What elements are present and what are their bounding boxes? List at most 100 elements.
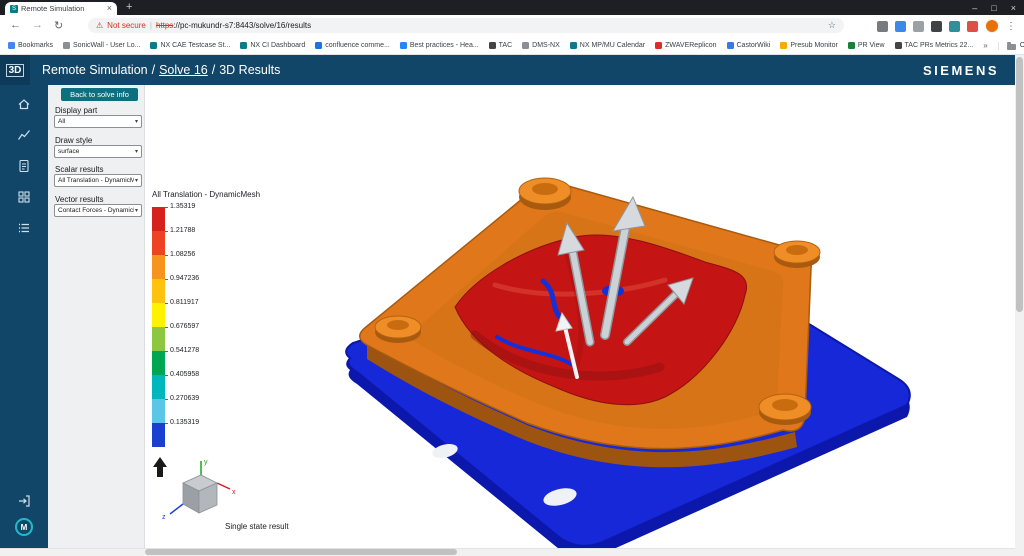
display-part-select[interactable]: All ▾ — [54, 115, 142, 128]
single-state-result-label: Single state result — [225, 522, 289, 531]
bookmark-label: CastorWiki — [736, 42, 771, 49]
list-icon — [19, 223, 29, 233]
home-icon — [18, 99, 30, 110]
corner-boss — [518, 177, 572, 210]
sidebar-logout-button[interactable] — [17, 494, 31, 508]
sidebar-item-documents[interactable] — [17, 159, 31, 173]
bookmarks-overflow-icon[interactable]: » — [983, 41, 987, 50]
chevron-down-icon: ▾ — [134, 149, 138, 155]
new-tab-button[interactable]: + — [126, 1, 132, 13]
browser-toolbar: ← → ↻ ⚠ Not secure | https://pc-mukundr-… — [0, 15, 1024, 37]
legend-tick-label: 0.811917 — [170, 299, 199, 306]
draw-style-select[interactable]: surface ▾ — [54, 145, 142, 158]
breadcrumb-solve-link[interactable]: Solve 16 — [159, 63, 208, 77]
bookmark-item[interactable]: Bookmarks — [8, 42, 53, 49]
bookmark-item[interactable]: SonicWall - User Lo... — [63, 42, 140, 49]
scalar-results-select[interactable]: All Translation - DynamicMes ▾ — [54, 174, 142, 187]
siemens-logo: SIEMENS — [922, 62, 999, 78]
not-secure-warning-icon[interactable]: ⚠ — [96, 21, 103, 30]
3d-viewport[interactable]: y x z All Translation - DynamicMesh 1.35… — [145, 85, 1015, 548]
legend-tick-label: 1.08256 — [170, 251, 196, 258]
bookmark-favicon — [569, 42, 577, 49]
legend-band: 0.811917 — [152, 299, 199, 327]
chevron-down-icon: ▾ — [134, 119, 138, 125]
extension-icon[interactable] — [931, 20, 942, 32]
horizontal-scrollbar-thumb[interactable] — [145, 549, 457, 555]
legend-band: 0.405958 — [152, 371, 199, 399]
bookmark-favicon — [894, 42, 902, 49]
url-rest: ://pc-mukundr-s7:8443/solve/16/results — [173, 21, 312, 30]
breadcrumb-root: Remote Simulation — [42, 63, 148, 77]
vector-results-value: Contact Forces - DynamicMe — [58, 207, 134, 214]
vertical-scrollbar-thumb[interactable] — [1016, 57, 1023, 312]
scrollbar-corner — [1015, 548, 1024, 556]
sidebar-item-queue[interactable] — [17, 221, 31, 235]
bookmark-item[interactable]: TAC PRs Metrics 22... — [894, 42, 974, 49]
bookmark-star-icon[interactable]: ☆ — [828, 20, 836, 31]
bookmark-favicon — [488, 42, 496, 49]
other-bookmarks-button[interactable]: Other bookmarks — [997, 41, 1024, 50]
bookmark-item[interactable]: NX CAE Testcase St... — [150, 42, 230, 49]
sidebar-item-solves[interactable] — [17, 190, 31, 204]
tab-close-icon[interactable]: × — [107, 4, 112, 13]
chevron-down-icon: ▾ — [134, 178, 138, 184]
sidebar-item-home[interactable] — [17, 97, 31, 111]
legend-band: 0.541278 — [152, 347, 199, 375]
url-text: https://pc-mukundr-s7:8443/solve/16/resu… — [156, 21, 311, 30]
browser-menu-icon[interactable]: ⋮ — [1006, 21, 1016, 32]
bookmark-item[interactable]: Best practices - Hea... — [399, 42, 479, 49]
bookmark-favicon — [847, 42, 855, 49]
extension-icon[interactable] — [967, 20, 978, 32]
bookmark-label: PR View — [857, 42, 885, 49]
browser-profile-avatar[interactable] — [985, 19, 999, 33]
extension-icon[interactable] — [877, 20, 888, 32]
vector-results-select[interactable]: Contact Forces - DynamicMe ▾ — [54, 204, 142, 217]
bookmark-label: TAC PRs Metrics 22... — [904, 42, 974, 49]
legend-tick-label: 0.405958 — [170, 371, 200, 378]
app-logo[interactable]: 3D — [0, 55, 30, 85]
breadcrumb-separator: / — [151, 63, 156, 77]
bookmark-item[interactable]: NX MP/MU Calendar — [569, 42, 645, 49]
reload-icon[interactable]: ↻ — [54, 19, 63, 32]
forward-icon[interactable]: → — [32, 19, 43, 32]
bookmark-item[interactable]: DMS-NX — [522, 42, 560, 49]
3d-model-canvas[interactable]: y x z — [145, 85, 1015, 548]
bookmark-favicon — [63, 42, 71, 49]
tab-favicon-icon: S — [10, 4, 18, 13]
bookmark-item[interactable]: Presub Monitor — [780, 42, 838, 49]
bookmark-item[interactable]: TAC — [488, 42, 512, 49]
bookmark-favicon — [150, 42, 158, 49]
sidebar-item-results[interactable] — [17, 128, 31, 142]
display-part-label: Display part — [55, 106, 98, 115]
address-bar[interactable]: ⚠ Not secure | https://pc-mukundr-s7:844… — [88, 18, 844, 33]
window-close-button[interactable]: × — [1011, 3, 1016, 13]
legend-tick-label: 0.541278 — [170, 347, 200, 354]
document-icon — [19, 159, 29, 173]
bookmark-item[interactable]: ZWAVEReplicon — [655, 42, 717, 49]
url-scheme-struck: https — [155, 21, 174, 30]
browser-tab-strip: S Remote Simulation × + – □ × — [0, 0, 1024, 15]
bookmark-item[interactable]: NX CI Dashboard — [240, 42, 305, 49]
window-minimize-button[interactable]: – — [972, 3, 977, 13]
legend-tick-label: 1.21788 — [170, 227, 196, 234]
user-avatar[interactable]: M — [15, 518, 33, 536]
window-maximize-button[interactable]: □ — [991, 3, 996, 13]
draw-style-value: surface — [58, 148, 80, 155]
bookmark-item[interactable]: CastorWiki — [726, 42, 771, 49]
tab-title: Remote Simulation — [21, 4, 85, 13]
browser-tab[interactable]: S Remote Simulation × — [5, 2, 117, 15]
vertical-scrollbar[interactable] — [1015, 55, 1024, 548]
vector-results-label: Vector results — [55, 195, 104, 204]
legend-band: 0.135319 — [152, 419, 199, 447]
corner-boss — [773, 240, 821, 268]
extension-icon[interactable] — [913, 20, 924, 32]
extension-icon[interactable] — [895, 20, 906, 32]
bookmark-item[interactable]: confluence comme... — [315, 42, 390, 49]
bookmark-item[interactable]: PR View — [847, 42, 885, 49]
back-icon[interactable]: ← — [10, 19, 21, 32]
back-to-solve-info-button[interactable]: Back to solve info — [61, 88, 138, 101]
app-header: 3D Remote Simulation / Solve 16 / 3D Res… — [0, 55, 1015, 85]
scalar-results-label: Scalar results — [55, 165, 104, 174]
screen: S Remote Simulation × + – □ × ← → ↻ ⚠ No… — [0, 0, 1024, 556]
extension-icon[interactable] — [949, 20, 960, 32]
